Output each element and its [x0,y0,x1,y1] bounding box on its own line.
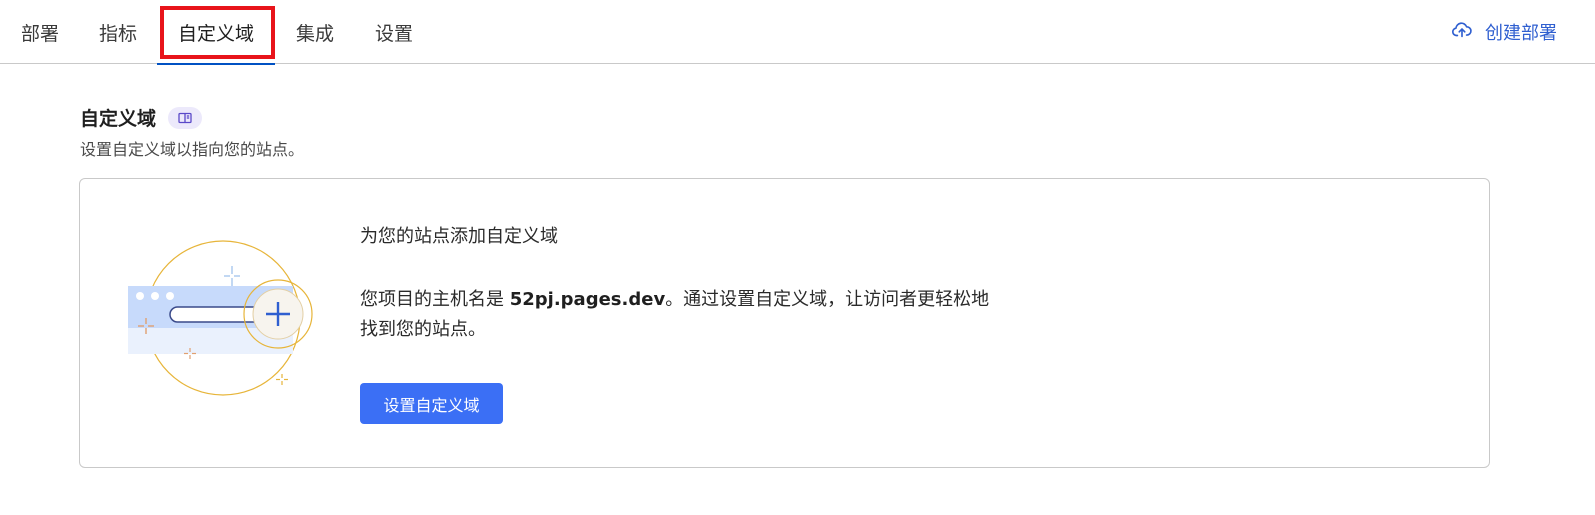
top-tab-bar: 部署 指标 自定义域 集成 设置 创建部署 [0,0,1595,65]
create-deployment-label: 创建部署 [1485,23,1557,44]
cloud-upload-icon [1451,19,1473,46]
body-prefix: 您项目的主机名是 [360,289,510,310]
project-hostname: 52pj.pages.dev [509,289,666,310]
section-header: 自定义域 [80,104,203,131]
docs-book-icon[interactable] [168,106,203,129]
card-body-text: 您项目的主机名是 52pj.pages.dev。通过设置自定义域，让访问者更轻松… [360,285,1000,345]
page-title: 自定义域 [80,108,157,130]
tab-custom-domains[interactable]: 自定义域 [157,0,275,65]
tab-metrics[interactable]: 指标 [98,0,138,64]
tab-settings[interactable]: 设置 [374,0,414,64]
card-heading: 为您的站点添加自定义域 [360,226,558,247]
tab-integrations[interactable]: 集成 [295,0,335,64]
setup-custom-domain-button[interactable]: 设置自定义域 [360,383,503,424]
add-domain-illustration [128,238,318,400]
tab-deployments[interactable]: 部署 [20,0,60,64]
create-deployment-button[interactable]: 创建部署 [1451,0,1557,64]
section-description: 设置自定义域以指向您的站点。 [80,140,305,159]
